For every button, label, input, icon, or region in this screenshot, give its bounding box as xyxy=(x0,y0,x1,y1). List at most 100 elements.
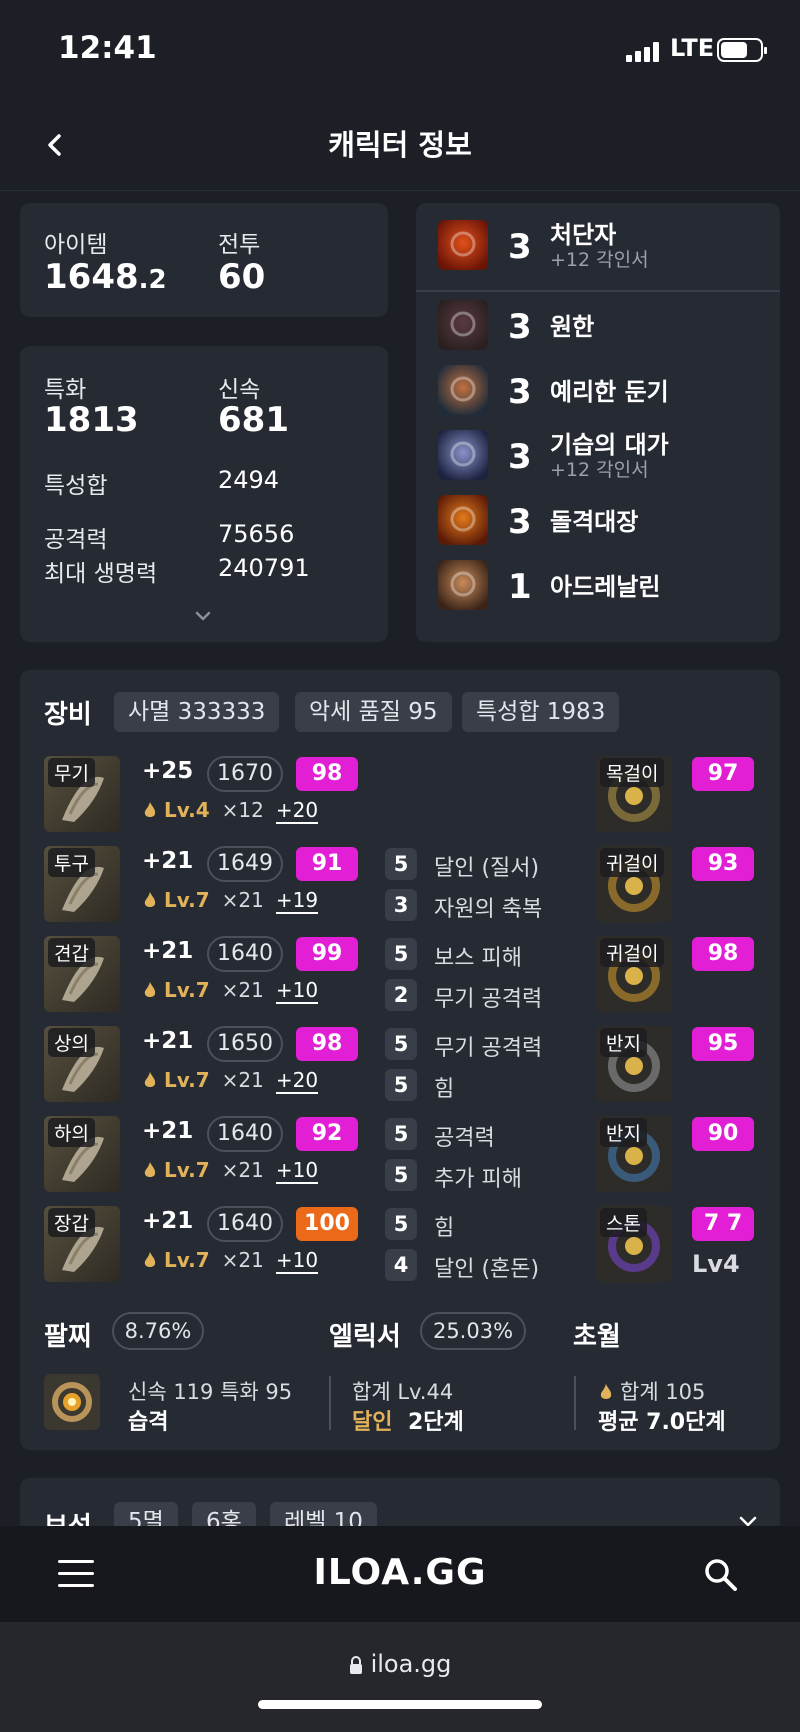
elixir-option-level: 5 xyxy=(385,1028,417,1060)
gear-image[interactable]: 무기 xyxy=(44,756,120,832)
elixir-option-name: 공격력 xyxy=(434,1126,495,1151)
gear-image[interactable]: 상의 xyxy=(44,1026,120,1102)
grudge-icon xyxy=(438,300,488,350)
engraving-row[interactable]: 1 아드레날린 xyxy=(416,555,781,615)
battery-icon xyxy=(717,38,767,62)
gear-quality: 92 xyxy=(296,1117,358,1151)
engraving-row[interactable]: 3 원한 xyxy=(416,295,781,355)
page-title: 캐릭터 정보 xyxy=(328,128,472,162)
url-display[interactable]: iloa.gg xyxy=(0,1650,800,1678)
accessory-image[interactable]: 반지 xyxy=(596,1116,672,1192)
gear-quality: 98 xyxy=(296,757,358,791)
transcend-average: 평균 7.0단계 xyxy=(598,1410,726,1435)
accessory-slot-label: 귀걸이 xyxy=(600,938,665,967)
elixir-option-name: 보스 피해 xyxy=(434,946,522,971)
elixir-option-level: 5 xyxy=(385,1069,417,1101)
elixir-option-name: 자원의 축복 xyxy=(434,897,543,922)
flame-icon xyxy=(144,982,156,997)
engraving-row[interactable]: 3 처단자 +12 각인서 xyxy=(416,215,781,275)
ambush-icon xyxy=(438,430,488,480)
bracelet-stats: 신속 119 특화 95 xyxy=(128,1380,293,1404)
gear-slot-label: 투구 xyxy=(48,848,95,877)
elixir-set-stage: 2단계 xyxy=(408,1410,464,1435)
engraving-level: 3 xyxy=(508,227,532,267)
gear-upgrade: +21 xyxy=(142,848,194,874)
elixir-option-level: 5 xyxy=(385,1118,417,1150)
engraving-row[interactable]: 3 기습의 대가 +12 각인서 xyxy=(416,425,781,485)
engraving-level: 3 xyxy=(508,307,532,347)
bracelet-effect: 습격 xyxy=(128,1410,169,1435)
search-icon[interactable] xyxy=(704,1558,738,1592)
site-logo[interactable]: ILOA.GG xyxy=(0,1552,800,1593)
accessory-image[interactable]: 귀걸이 xyxy=(596,846,672,922)
elixir-title: 엘릭서 xyxy=(329,1322,401,1352)
engraving-book: +12 각인서 xyxy=(550,249,649,271)
adrenaline-icon xyxy=(438,560,488,610)
engraving-name: 아드레날린 xyxy=(550,573,661,601)
stat-total-label: 특성합 xyxy=(44,473,108,499)
accessory-image[interactable]: 목걸이 xyxy=(596,756,672,832)
elixir-option-level: 5 xyxy=(385,938,417,970)
attack-value: 75656 xyxy=(218,520,295,548)
stone-level: Lv4 xyxy=(692,1250,740,1278)
gear-transcend: Lv.7 ×21 +10 xyxy=(142,1158,319,1184)
engravings-divider xyxy=(416,290,780,292)
browser-url-bar[interactable]: iloa.gg xyxy=(0,1622,800,1732)
gear-item-level: 1640 xyxy=(207,936,283,972)
gear-upgrade: +21 xyxy=(142,1028,194,1054)
accessory-quality: 97 xyxy=(692,757,754,791)
elixir-option-level: 4 xyxy=(385,1249,417,1281)
accessory-quality: 98 xyxy=(692,937,754,971)
crit-label: 특화 xyxy=(44,377,87,403)
accessory-slot-label: 반지 xyxy=(600,1118,647,1147)
header-divider xyxy=(0,190,800,191)
bracelet-pct: 8.76% xyxy=(112,1312,204,1350)
accessory-slot-label: 스톤 xyxy=(600,1208,647,1237)
vanguard-icon xyxy=(438,495,488,545)
gear-slot-label: 상의 xyxy=(48,1028,95,1057)
item-level-label: 아이템 xyxy=(44,232,108,258)
bracelet-title: 팔찌 xyxy=(44,1322,92,1352)
crit-value: 1813 xyxy=(44,400,139,440)
accessory-slot-label: 반지 xyxy=(600,1028,647,1057)
gear-transcend: Lv.7 ×21 +20 xyxy=(142,1068,319,1094)
accessory-slot-label: 목걸이 xyxy=(600,758,665,787)
chevron-down-icon[interactable] xyxy=(194,610,212,622)
elixir-option-name: 힘 xyxy=(434,1077,455,1102)
engraving-level: 3 xyxy=(508,437,532,477)
gear-image[interactable]: 투구 xyxy=(44,846,120,922)
elixir-option-level: 2 xyxy=(385,979,417,1011)
bottom-nav: ILOA.GG xyxy=(0,1526,800,1622)
divider xyxy=(574,1376,576,1430)
elixir-option-name: 달인 (질서) xyxy=(434,856,540,881)
equip-tag-acc-quality: 악세 품질 95 xyxy=(295,692,452,732)
accessory-image[interactable]: 반지 xyxy=(596,1026,672,1102)
executioner-icon xyxy=(438,220,488,270)
gear-quality: 100 xyxy=(296,1207,358,1241)
gear-image[interactable]: 하의 xyxy=(44,1116,120,1192)
accessory-image[interactable]: 귀걸이 xyxy=(596,936,672,1012)
signal-icon xyxy=(626,40,662,62)
flame-icon xyxy=(144,802,156,817)
keen-blunt-icon xyxy=(438,365,488,415)
elixir-set-name: 달인 xyxy=(352,1410,393,1435)
gear-image[interactable]: 장갑 xyxy=(44,1206,120,1282)
swift-label: 신속 xyxy=(218,377,261,403)
network-label: LTE xyxy=(670,34,715,62)
gear-transcend: Lv.7 ×21 +19 xyxy=(142,888,319,914)
engraving-row[interactable]: 3 예리한 둔기 xyxy=(416,360,781,420)
divider xyxy=(329,1376,331,1430)
status-bar: 12:41 LTE xyxy=(0,0,800,100)
gear-item-level: 1640 xyxy=(207,1206,283,1242)
accessory-image[interactable]: 스톤 xyxy=(596,1206,672,1282)
bracelet-image[interactable] xyxy=(44,1374,100,1430)
transcend-title: 초월 xyxy=(573,1322,621,1352)
gear-image[interactable]: 견갑 xyxy=(44,936,120,1012)
gear-transcend: Lv.7 ×21 +10 xyxy=(142,1248,319,1274)
engraving-row[interactable]: 3 돌격대장 xyxy=(416,490,781,550)
hp-label: 최대 생명력 xyxy=(44,561,158,587)
elixir-option-name: 추가 피해 xyxy=(434,1167,522,1192)
level-card: 아이템 1648.2 전투 60 xyxy=(20,203,388,317)
elixir-option-level: 3 xyxy=(385,889,417,921)
gear-transcend: Lv.7 ×21 +10 xyxy=(142,978,319,1004)
